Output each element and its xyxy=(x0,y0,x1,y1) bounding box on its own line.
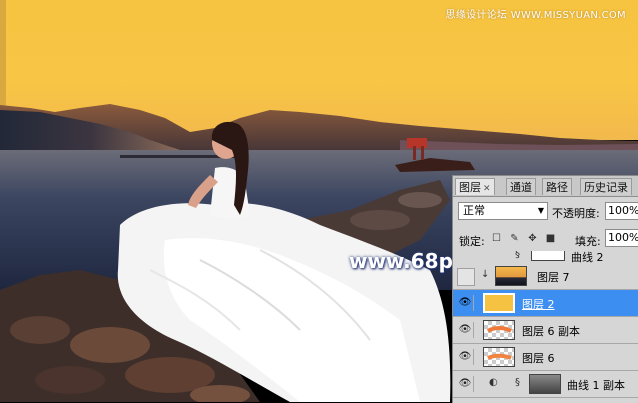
layer-thumbnail xyxy=(483,293,515,313)
lock-brush-icon[interactable]: ✎ xyxy=(509,233,520,244)
opacity-label: 不透明度: xyxy=(552,207,600,220)
layer-row[interactable]: 👁 图层 6 xyxy=(453,344,638,371)
blend-mode-value: 正常 xyxy=(463,204,485,217)
tab-paths-label: 路径 xyxy=(546,181,568,194)
tab-channels-label: 通道 xyxy=(510,181,532,194)
layers-list: § 曲线 2 ↓ 图层 7 👁 图层 2 👁 图层 6 副本 👁 图层 6 👁 … xyxy=(453,251,638,403)
opacity-input[interactable]: 100% xyxy=(605,202,638,220)
blend-mode-select[interactable]: 正常 ▼ xyxy=(458,202,548,220)
eye-icon[interactable]: 👁 xyxy=(457,322,474,338)
layer-name: 曲线 1 副本 xyxy=(567,379,625,392)
fill-input[interactable]: 100% xyxy=(605,229,638,247)
orange-stroke-thumbnail xyxy=(487,353,512,360)
orange-stroke-thumbnail xyxy=(486,326,512,333)
lock-move-icon[interactable]: ✥ xyxy=(527,233,538,244)
tab-paths[interactable]: 路径 xyxy=(542,178,572,195)
tab-history-label: 历史记录 xyxy=(584,181,628,194)
layer-mask-thumbnail xyxy=(529,374,561,394)
tab-channels[interactable]: 通道 xyxy=(506,178,536,195)
eye-icon[interactable]: 👁 xyxy=(457,349,474,365)
layer-name: 图层 2 xyxy=(522,298,555,311)
tab-history[interactable]: 历史记录 xyxy=(580,178,632,195)
layer-name: 图层 6 xyxy=(522,352,555,365)
layer-row-selected[interactable]: 👁 图层 2 xyxy=(453,290,638,317)
layer-thumbnail xyxy=(495,266,527,286)
adjustment-layer-icon: ◐ xyxy=(489,377,498,388)
eye-icon[interactable]: 👁 xyxy=(457,376,474,392)
layer-name: 图层 7 xyxy=(537,271,570,284)
layers-panel: 图层 ✕ 通道 路径 历史记录 正常 ▼ 不透明度: 100% 锁定: ☐ ✎ ✥… xyxy=(452,175,638,403)
layer-row[interactable]: 👁 图层 6 副本 xyxy=(453,317,638,344)
layer-row[interactable]: 👁 ◐ § 曲线 1 副本 xyxy=(453,371,638,398)
panel-tabs: 图层 ✕ 通道 路径 历史记录 xyxy=(453,176,638,197)
chain-link-icon: § xyxy=(515,377,520,388)
layer-name: 图层 6 副本 xyxy=(522,325,580,338)
layer-row[interactable]: ↓ 图层 7 xyxy=(453,263,638,290)
chain-link-icon: § xyxy=(515,251,520,260)
tab-layers-label: 图层 xyxy=(459,181,481,194)
layer-thumbnail xyxy=(483,347,515,367)
tab-layers[interactable]: 图层 ✕ xyxy=(455,178,495,195)
lock-all-icon[interactable]: ■ xyxy=(545,233,556,244)
layer-mask-thumbnail xyxy=(531,251,565,261)
visibility-toggle[interactable] xyxy=(457,268,475,286)
fill-label: 填充: xyxy=(575,235,601,248)
close-icon[interactable]: ✕ xyxy=(483,184,491,194)
clip-arrow-icon: ↓ xyxy=(481,269,490,280)
dropdown-arrow-icon: ▼ xyxy=(537,206,544,215)
eye-icon[interactable]: 👁 xyxy=(457,295,474,311)
lock-label: 锁定: xyxy=(459,235,485,248)
layer-thumbnail xyxy=(483,320,515,340)
watermark-site: 思缘设计论坛 WWW.MISSYUAN.COM xyxy=(445,10,626,21)
lock-transparency-icon[interactable]: ☐ xyxy=(491,233,502,244)
